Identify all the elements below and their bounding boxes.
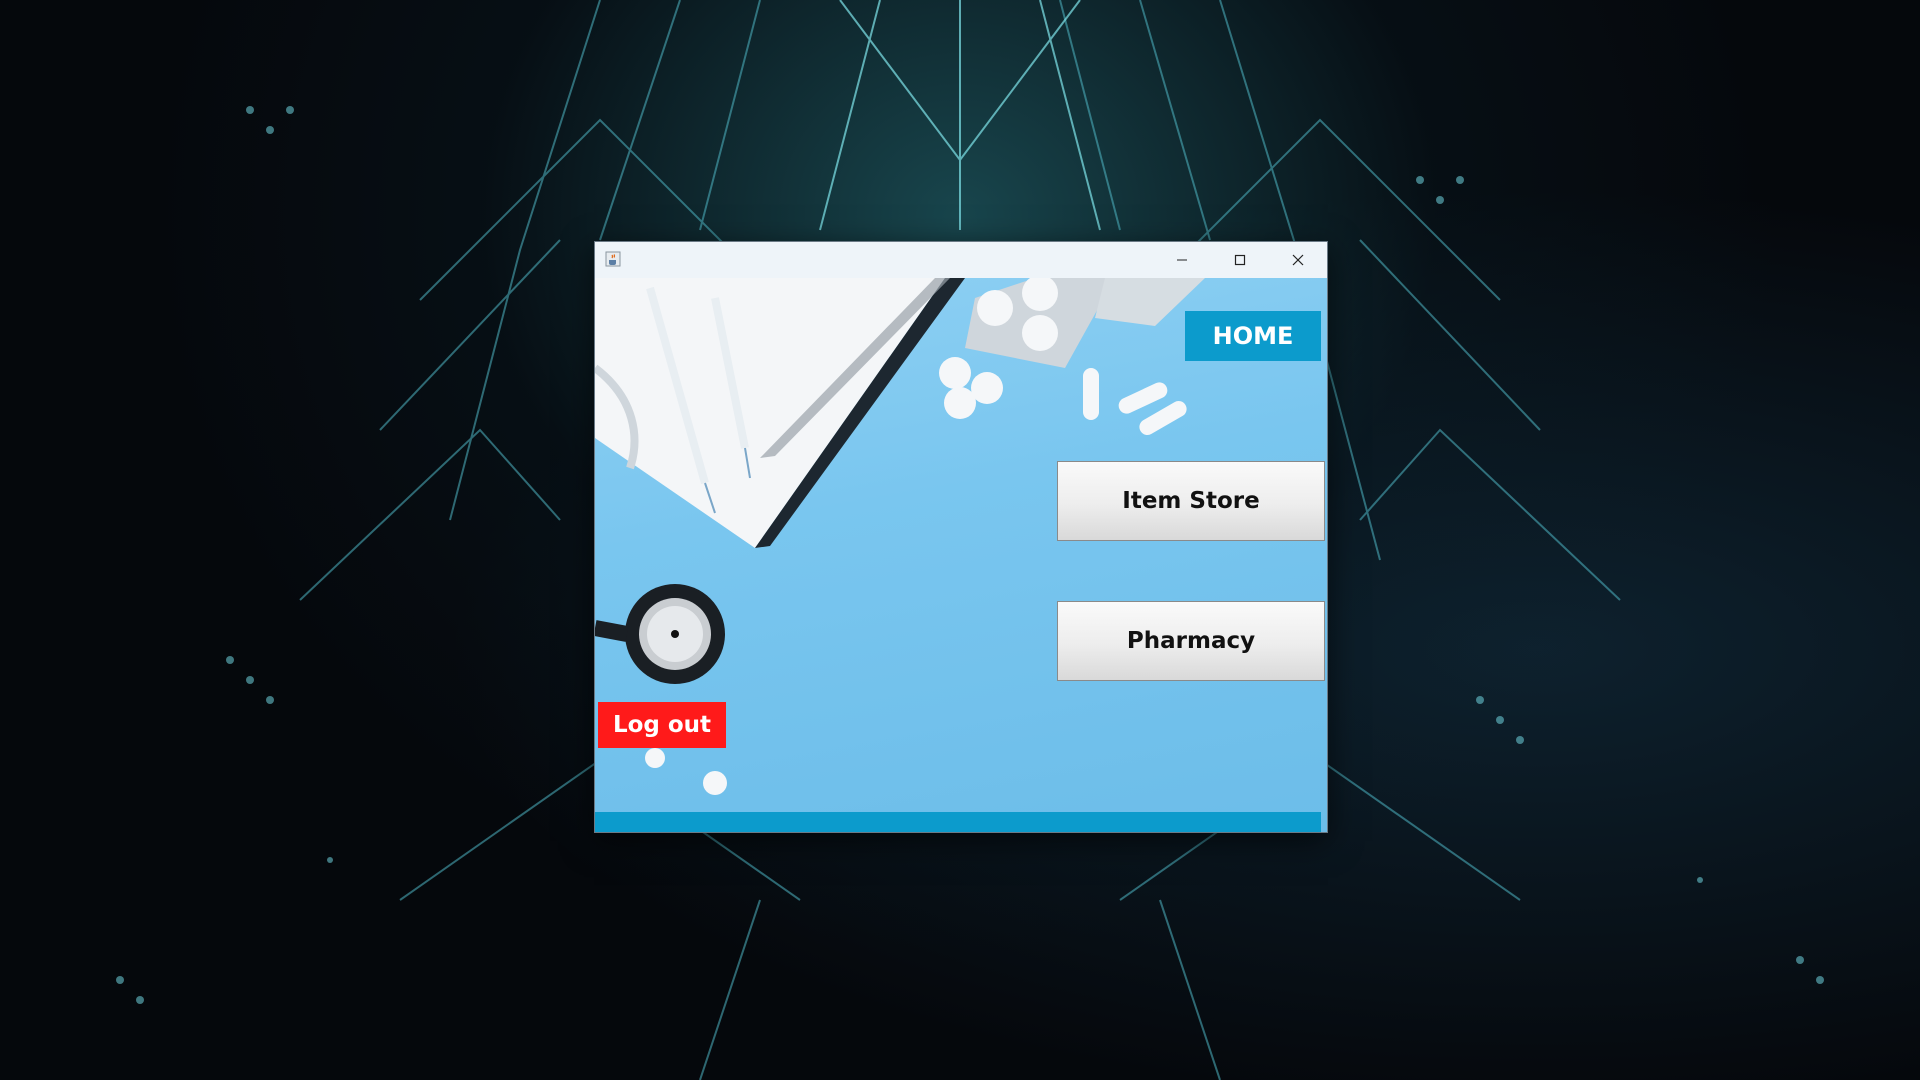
- home-title: HOME: [1185, 311, 1321, 361]
- window-titlebar[interactable]: [595, 242, 1327, 278]
- logout-button[interactable]: Log out: [598, 702, 726, 748]
- item-store-button[interactable]: Item Store: [1057, 461, 1325, 541]
- close-icon: [1292, 254, 1304, 266]
- app-window: HOME Item Store Pharmacy Log out: [594, 241, 1328, 833]
- maximize-button[interactable]: [1211, 242, 1269, 278]
- close-button[interactable]: [1269, 242, 1327, 278]
- java-coffee-cup-icon: [605, 251, 621, 267]
- desktop-wallpaper: HOME Item Store Pharmacy Log out: [0, 0, 1920, 1080]
- pharmacy-button[interactable]: Pharmacy: [1057, 601, 1325, 681]
- minimize-button[interactable]: [1153, 242, 1211, 278]
- minimize-icon: [1177, 259, 1187, 261]
- medical-background-image: [595, 278, 1205, 795]
- home-panel: HOME Item Store Pharmacy Log out: [595, 278, 1327, 832]
- maximize-icon: [1234, 254, 1246, 266]
- bottom-accent-bar: [595, 812, 1321, 832]
